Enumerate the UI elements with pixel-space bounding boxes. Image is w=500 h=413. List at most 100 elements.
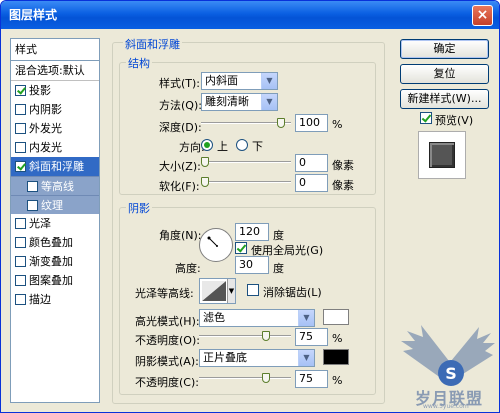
shadow-opacity-thumb[interactable] xyxy=(262,373,270,383)
highlight-opacity-slider[interactable] xyxy=(199,331,291,341)
shadow-opacity-label: 不透明度(C): xyxy=(135,376,199,389)
style-list-item[interactable]: 外发光 xyxy=(11,119,99,138)
style-list-item-label: 内发光 xyxy=(29,141,62,154)
style-enable-checkbox[interactable] xyxy=(15,294,26,305)
style-list-item-label: 内阴影 xyxy=(29,103,62,116)
structure-title: 结构 xyxy=(126,55,152,71)
style-enable-checkbox[interactable] xyxy=(15,218,26,229)
style-list-item-label: 斜面和浮雕 xyxy=(29,160,84,173)
bevel-group-title: 斜面和浮雕 xyxy=(123,36,182,52)
depth-input[interactable]: 100 xyxy=(295,114,328,132)
preview-checkbox[interactable] xyxy=(420,112,432,124)
anti-alias-checkbox[interactable] xyxy=(247,284,259,296)
angle-label: 角度(N): xyxy=(159,229,202,242)
contour-curve-icon xyxy=(202,281,226,301)
reset-button[interactable]: 复位 xyxy=(400,64,489,84)
highlight-opacity-thumb[interactable] xyxy=(262,331,270,341)
highlight-opacity-unit: % xyxy=(332,332,343,345)
shadow-mode-label: 阴影模式(A): xyxy=(135,355,199,368)
highlight-color-swatch[interactable] xyxy=(323,309,349,325)
style-list-item[interactable]: 光泽 xyxy=(11,214,99,233)
ok-button[interactable]: 确定 xyxy=(400,39,489,59)
soften-slider[interactable] xyxy=(201,177,291,187)
style-list-item-label: 描边 xyxy=(29,293,51,306)
chevron-down-icon: ▼ xyxy=(261,73,277,89)
altitude-input[interactable]: 30 xyxy=(235,256,269,274)
style-enable-checkbox[interactable] xyxy=(27,180,38,192)
style-enable-checkbox[interactable] xyxy=(15,275,26,286)
style-enable-checkbox[interactable] xyxy=(15,237,26,248)
soften-unit: 像素 xyxy=(332,179,354,192)
size-slider-thumb[interactable] xyxy=(201,157,209,167)
size-unit: 像素 xyxy=(332,159,354,172)
style-enable-checkbox[interactable] xyxy=(15,161,26,172)
close-button[interactable]: × xyxy=(472,5,493,26)
style-list-item[interactable]: 图案叠加 xyxy=(11,271,99,290)
soften-slider-thumb[interactable] xyxy=(201,177,209,187)
technique-select[interactable]: 雕刻清晰 ▼ xyxy=(201,93,278,111)
angle-dial-icon xyxy=(207,236,218,247)
size-slider[interactable] xyxy=(201,157,291,167)
depth-unit: % xyxy=(332,118,343,131)
soften-input[interactable]: 0 xyxy=(295,174,328,192)
angle-input[interactable]: 120 xyxy=(235,223,269,241)
style-list-item[interactable]: 纹理 xyxy=(11,195,99,214)
styles-list: 样式 混合选项:默认 投影内阴影外发光内发光斜面和浮雕等高线 纹理 光泽颜色叠加渐变… xyxy=(10,38,100,403)
highlight-opacity-input[interactable]: 75 xyxy=(295,328,328,346)
layer-style-dialog: 图层样式 × 样式 混合选项:默认 投影 内阴影 外发光 内发光 斜面和浮雕 等高线 纹理光… xyxy=(0,0,500,413)
shadow-opacity-slider[interactable] xyxy=(199,373,291,383)
technique-select-value: 雕刻清晰 xyxy=(205,95,249,108)
style-enable-checkbox[interactable] xyxy=(15,142,26,153)
style-list-item[interactable]: 内发光 xyxy=(11,138,99,157)
gloss-contour-label: 光泽等高线: xyxy=(135,287,194,300)
style-list-item-label: 颜色叠加 xyxy=(29,236,73,249)
style-list-item-label: 渐变叠加 xyxy=(29,255,73,268)
watermark-logo: S 岁月联盟 www.5yue.com xyxy=(393,321,498,410)
blending-options-item[interactable]: 混合选项:默认 xyxy=(11,61,99,81)
chevron-down-icon: ▼ xyxy=(298,350,314,366)
highlight-opacity-label: 不透明度(O): xyxy=(135,334,200,347)
style-list-item[interactable]: 内阴影 xyxy=(11,100,99,119)
style-list-item-label: 外发光 xyxy=(29,122,62,135)
style-select[interactable]: 内斜面 ▼ xyxy=(201,72,278,90)
style-list-item-label: 图案叠加 xyxy=(29,274,73,287)
style-enable-checkbox[interactable] xyxy=(15,256,26,267)
angle-dial[interactable] xyxy=(199,228,233,262)
angle-unit: 度 xyxy=(273,229,284,242)
shadow-color-swatch[interactable] xyxy=(323,349,349,365)
new-style-button[interactable]: 新建样式(W)... xyxy=(400,89,489,109)
style-list-item[interactable]: 投影 xyxy=(11,81,99,100)
highlight-mode-select[interactable]: 滤色 ▼ xyxy=(199,309,315,327)
shadow-mode-value: 正片叠底 xyxy=(203,351,247,364)
style-enable-checkbox[interactable] xyxy=(15,123,26,134)
gloss-contour-picker[interactable]: ▼ xyxy=(199,278,236,304)
style-list-item-label: 投影 xyxy=(29,84,51,97)
shadow-opacity-input[interactable]: 75 xyxy=(295,370,328,388)
style-enable-checkbox[interactable] xyxy=(27,199,38,211)
direction-up-radio[interactable] xyxy=(201,139,213,151)
styles-list-header[interactable]: 样式 xyxy=(11,39,99,61)
contour-dropdown-arrow-icon[interactable]: ▼ xyxy=(227,279,235,303)
style-enable-checkbox[interactable] xyxy=(15,104,26,115)
highlight-mode-value: 滤色 xyxy=(203,311,225,324)
technique-label: 方法(Q): xyxy=(159,99,202,112)
depth-label: 深度(D): xyxy=(159,121,202,134)
style-preview xyxy=(418,131,466,179)
soften-label: 软化(F): xyxy=(159,180,200,193)
style-list-item[interactable]: 斜面和浮雕 xyxy=(11,157,99,176)
depth-slider-thumb[interactable] xyxy=(277,118,285,128)
size-input[interactable]: 0 xyxy=(295,154,328,172)
direction-down-radio[interactable] xyxy=(236,139,248,151)
depth-slider[interactable] xyxy=(201,118,291,128)
style-list-item[interactable]: 描边 xyxy=(11,290,99,309)
style-list-item[interactable]: 等高线 xyxy=(11,176,99,195)
svg-text:S: S xyxy=(445,364,457,383)
close-icon: × xyxy=(476,7,489,23)
global-light-checkbox[interactable] xyxy=(235,242,247,254)
style-enable-checkbox[interactable] xyxy=(15,85,26,96)
title-bar[interactable]: 图层样式 × xyxy=(1,1,499,29)
style-list-item[interactable]: 渐变叠加 xyxy=(11,252,99,271)
style-list-item[interactable]: 颜色叠加 xyxy=(11,233,99,252)
watermark-url: www.5yue.com xyxy=(423,403,469,410)
shadow-mode-select[interactable]: 正片叠底 ▼ xyxy=(199,349,315,367)
